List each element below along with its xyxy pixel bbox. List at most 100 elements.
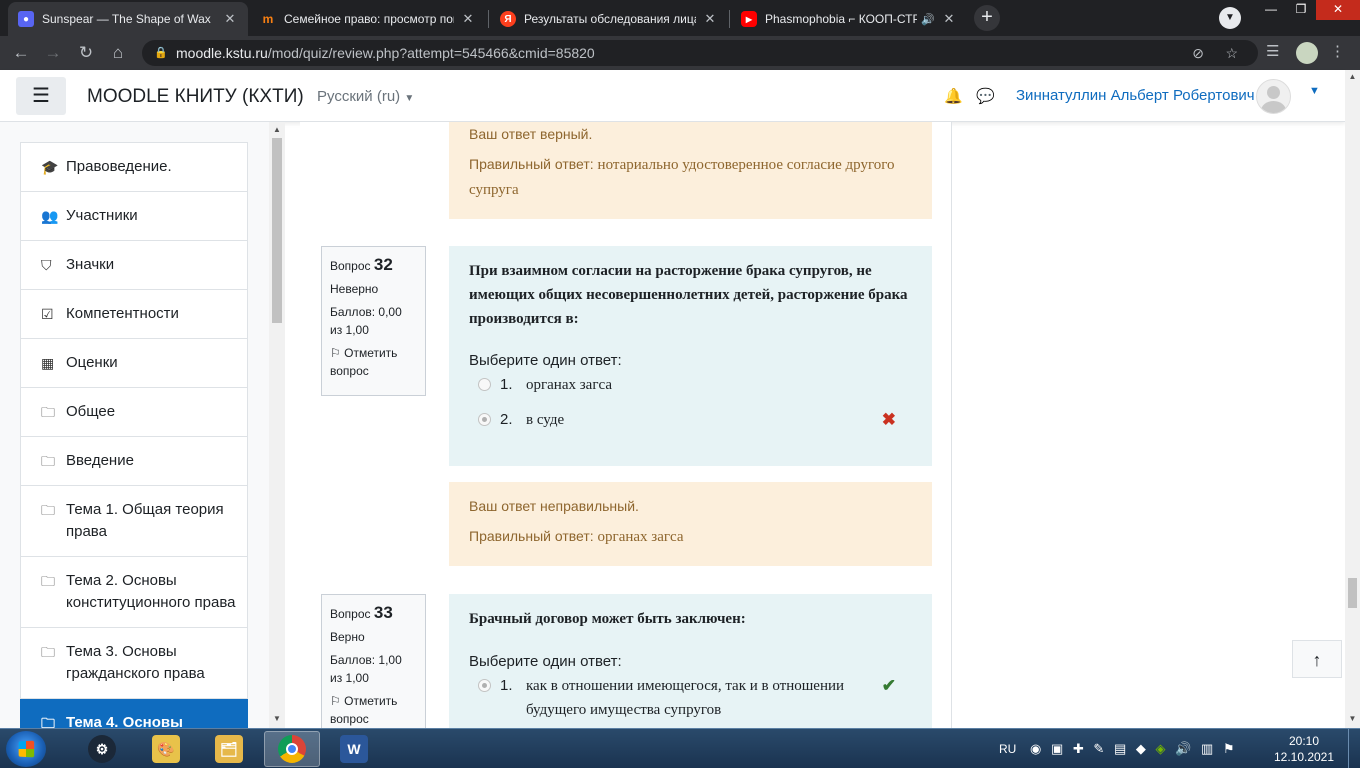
right-answer-line: Правильный ответ: нотариально удостовере…: [469, 152, 912, 202]
nav-item-label: Оценки: [66, 354, 118, 371]
home-icon[interactable]: ⌂: [107, 42, 129, 64]
close-window-button[interactable]: ✕: [1316, 0, 1360, 20]
bookmark-star-icon[interactable]: ☆: [1225, 40, 1238, 66]
bell-icon[interactable]: 🔔: [944, 87, 963, 105]
chat-bubble-icon[interactable]: 💬: [976, 87, 995, 105]
question-state: Неверно: [330, 282, 379, 296]
page-scrollbar[interactable]: ▲ ▼: [1345, 70, 1360, 728]
close-tab-icon[interactable]: ✕: [460, 11, 476, 27]
taskbar-explorer[interactable]: 🗂: [201, 731, 257, 767]
tray-app-icon[interactable]: ✎: [1093, 741, 1104, 756]
flag-question-link[interactable]: ⚐ Отметить вопрос: [330, 344, 417, 380]
reading-list-icon[interactable]: ☰: [1266, 42, 1279, 60]
nav-item-label: Правоведение.: [66, 158, 172, 175]
scrollbar-thumb[interactable]: [1348, 578, 1357, 608]
scroll-up-arrow-icon[interactable]: ▲: [269, 125, 285, 134]
taskbar-paint[interactable]: 🎨: [138, 731, 194, 767]
answer-radio: [478, 679, 491, 692]
user-menu-name[interactable]: Зиннатуллин Альберт Робертович: [1016, 87, 1255, 104]
network-icon[interactable]: ▥: [1201, 741, 1213, 756]
scroll-up-arrow-icon[interactable]: ▲: [1345, 72, 1360, 81]
incorrect-icon: ✖: [881, 410, 896, 429]
flag-icon: ⚐: [330, 694, 341, 708]
language-menu[interactable]: Русский (ru) ▼: [317, 88, 414, 105]
nav-item-general[interactable]: 🗀 Общее: [20, 388, 248, 437]
site-name-link[interactable]: MOODLE КНИТУ (КХТИ): [87, 86, 304, 108]
taskbar-word[interactable]: W: [326, 731, 382, 767]
scroll-down-arrow-icon[interactable]: ▼: [1345, 714, 1360, 723]
system-clock[interactable]: 20:10 12.10.2021: [1272, 733, 1336, 765]
address-bar[interactable]: 🔒 moodle.kstu.ru/mod/quiz/review.php?att…: [142, 40, 1258, 66]
action-center-flag-icon[interactable]: ⚑: [1223, 741, 1235, 756]
scrollbar-thumb[interactable]: [272, 138, 282, 323]
question-grade: Баллов: 1,00 из 1,00: [330, 653, 402, 685]
show-desktop-button[interactable]: [1348, 729, 1360, 768]
tray-app-icon[interactable]: ◉: [1030, 741, 1041, 756]
scroll-down-arrow-icon[interactable]: ▼: [269, 714, 285, 723]
flag-question-label: Отметить вопрос: [330, 346, 398, 378]
nav-item-topic-4[interactable]: 🗀 Тема 4. Основы: [20, 699, 248, 728]
answer-number: 1.: [500, 376, 513, 393]
volume-icon[interactable]: 🔊: [1175, 741, 1191, 756]
checkbox-icon: ☑: [41, 306, 54, 322]
minimize-button[interactable]: —: [1256, 0, 1286, 20]
tray-app-icon[interactable]: ▤: [1114, 741, 1126, 756]
browser-profile-avatar[interactable]: [1296, 42, 1318, 64]
forward-arrow-icon[interactable]: →: [42, 42, 64, 64]
tray-app-icon[interactable]: ◆: [1136, 741, 1146, 756]
browser-tab-discord[interactable]: ● Sunspear — The Shape of Wax ✕: [8, 2, 248, 36]
answer-prompt: Выберите один ответ:: [469, 653, 622, 670]
back-arrow-icon[interactable]: ←: [10, 42, 32, 64]
answer-option: 1. органах загса: [469, 373, 912, 397]
nav-item-topic-3[interactable]: 🗀 Тема 3. Основы гражданского права: [20, 628, 248, 699]
tab-search-icon[interactable]: ▼: [1219, 7, 1241, 29]
drawer-toggle-button[interactable]: ☰: [16, 77, 66, 115]
browser-tab-youtube[interactable]: ▶ Phasmophobia ⌐ КООП-СТРИМ 🔊 ✕: [731, 2, 967, 36]
nav-drawer: 🎓 Правоведение. 👥 Участники ⛉ Значки ☑ К…: [0, 122, 285, 728]
folder-icon: 🗀: [41, 644, 55, 660]
back-to-top-button[interactable]: ↑: [1292, 640, 1342, 678]
browser-menu-icon[interactable]: ⋮: [1330, 42, 1345, 60]
close-tab-icon[interactable]: ✕: [941, 11, 957, 27]
speaker-icon[interactable]: 🔊: [921, 13, 935, 26]
lock-icon[interactable]: 🔒: [154, 40, 168, 66]
nav-item-competencies[interactable]: ☑ Компетентности: [20, 290, 248, 339]
nav-item-participants[interactable]: 👥 Участники: [20, 192, 248, 241]
nav-item-badges[interactable]: ⛉ Значки: [20, 241, 248, 290]
new-tab-button[interactable]: +: [974, 5, 1000, 31]
nvidia-icon[interactable]: ◈: [1156, 741, 1166, 756]
input-language-indicator[interactable]: RU: [999, 729, 1016, 768]
avatar[interactable]: [1256, 79, 1291, 114]
maximize-button[interactable]: ❐: [1286, 0, 1316, 20]
nav-item-grades[interactable]: ▦ Оценки: [20, 339, 248, 388]
answer-text: в суде: [526, 412, 565, 428]
taskbar-chrome[interactable]: [264, 731, 320, 767]
nav-item-course[interactable]: 🎓 Правоведение.: [20, 142, 248, 192]
url-path: /mod/quiz/review.php?attempt=545466&cmid…: [267, 45, 595, 61]
nav-item-intro[interactable]: 🗀 Введение: [20, 437, 248, 486]
flag-question-link[interactable]: ⚐ Отметить вопрос: [330, 692, 417, 728]
arrow-up-icon: ↑: [1312, 650, 1322, 670]
close-tab-icon[interactable]: ✕: [702, 11, 718, 27]
chrome-icon: [278, 735, 306, 763]
tray-app-icon[interactable]: ✚: [1073, 741, 1084, 756]
start-button[interactable]: [6, 731, 46, 767]
taskbar-steam[interactable]: ⚙: [74, 731, 130, 767]
question-text: Брачный договор может быть заключен:: [469, 611, 746, 627]
answer-option-selected: 2. в суде ✖: [469, 408, 912, 432]
nav-item-topic-1[interactable]: 🗀 Тема 1. Общая теория права: [20, 486, 248, 557]
nav-item-topic-2[interactable]: 🗀 Тема 2. Основы конституционного права: [20, 557, 248, 628]
drawer-scrollbar[interactable]: ▲ ▼: [269, 122, 285, 728]
right-answer-line: Правильный ответ: органах загса: [469, 524, 912, 549]
browser-tab-moodle[interactable]: m Семейное право: просмотр попытки ✕: [250, 2, 486, 36]
yandex-icon: Я: [500, 11, 516, 27]
tray-app-icon[interactable]: ▣: [1051, 741, 1063, 756]
reload-icon[interactable]: ↻: [75, 42, 97, 64]
chevron-down-icon[interactable]: ▼: [1309, 85, 1320, 97]
right-answer-text: органах загса: [597, 529, 684, 545]
browser-tab-yandex[interactable]: Я Результаты обследования лица ✕: [490, 2, 728, 36]
close-tab-icon[interactable]: ✕: [222, 11, 238, 27]
folder-icon: 🗀: [41, 453, 55, 469]
eye-off-icon[interactable]: ⊘: [1192, 40, 1204, 66]
tray-icons: ◉ ▣ ✚ ✎ ▤ ◆ ◈ 🔊 ▥ ⚑: [1030, 729, 1235, 768]
